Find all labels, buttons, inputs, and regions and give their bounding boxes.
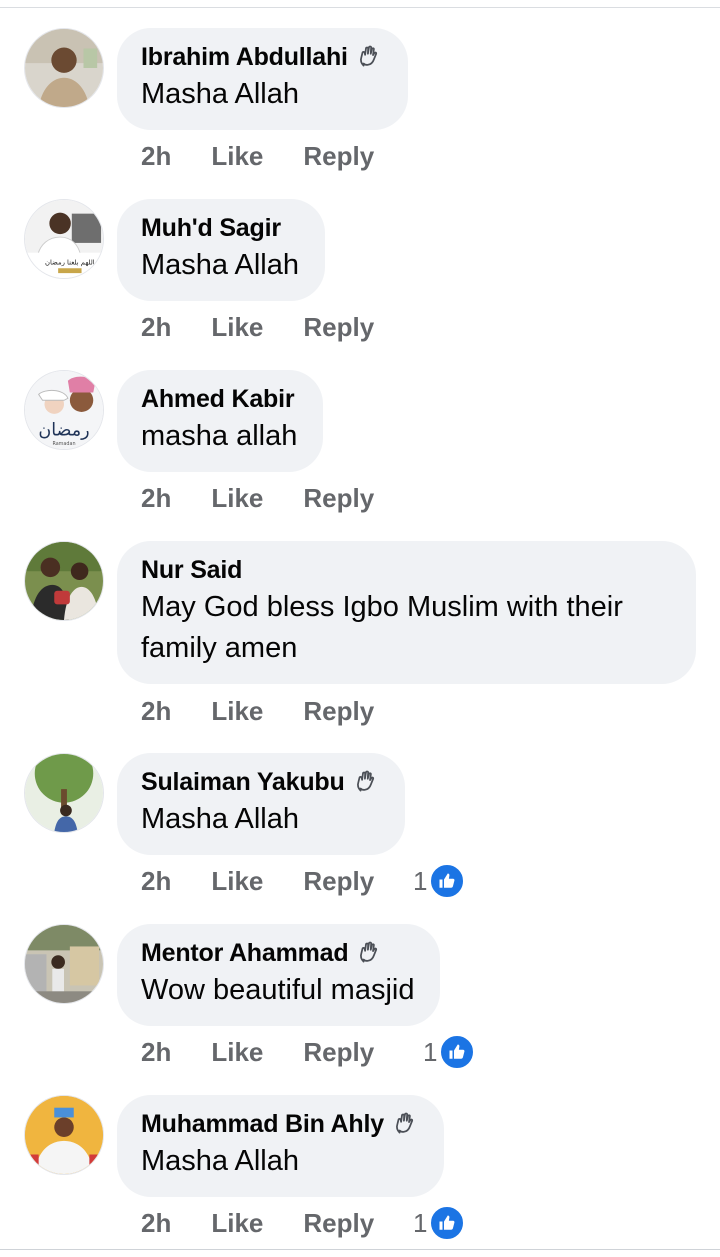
avatar-caption: اللهم بلغنا رمضان [45, 258, 95, 266]
bottom-divider [0, 1249, 720, 1257]
comment-timestamp[interactable]: 2h [141, 483, 171, 514]
comment-timestamp[interactable]: 2h [141, 1208, 171, 1239]
like-button[interactable]: Like [211, 141, 263, 172]
comment-text: Wow beautiful masjid [141, 974, 415, 1006]
comment-bubble[interactable]: Muh'd Sagir Masha Allah [117, 199, 325, 301]
waving-hand-icon [356, 44, 382, 70]
thumbs-up-icon [429, 863, 466, 899]
comment-bubble[interactable]: Mentor Ahammad Wow beautiful masjid [117, 924, 441, 1026]
reaction-count[interactable]: 1 [413, 1205, 466, 1241]
reply-button[interactable]: Reply [303, 1208, 374, 1239]
comment-timestamp[interactable]: 2h [141, 696, 171, 727]
comment-text: masha allah [141, 420, 298, 452]
like-button[interactable]: Like [211, 483, 263, 514]
reaction-count-number: 1 [413, 865, 428, 896]
avatar[interactable] [24, 924, 104, 1004]
reply-button[interactable]: Reply [303, 696, 374, 727]
comment-timestamp[interactable]: 2h [141, 866, 171, 897]
comment-actions: 2h Like Reply [141, 693, 374, 729]
commenter-name[interactable]: Muhammad Bin Ahly [141, 1110, 384, 1139]
like-button[interactable]: Like [211, 696, 263, 727]
avatar[interactable] [24, 1095, 104, 1175]
comment-timestamp[interactable]: 2h [141, 312, 171, 343]
comment-actions: 2h Like Reply [141, 480, 374, 516]
avatar[interactable] [24, 753, 104, 833]
comment-bubble[interactable]: Nur Said May God bless Igbo Muslim with … [117, 541, 696, 684]
avatar-caption: رمضان [38, 420, 89, 440]
reply-button[interactable]: Reply [303, 483, 374, 514]
reaction-count-number: 1 [423, 1036, 438, 1067]
top-divider [0, 0, 720, 8]
comment-text: Masha Allah [141, 803, 299, 835]
waving-hand-icon [353, 769, 379, 795]
avatar[interactable] [24, 541, 104, 621]
commenter-name[interactable]: Muh'd Sagir [141, 214, 281, 243]
comment-timestamp[interactable]: 2h [141, 1037, 171, 1068]
reply-button[interactable]: Reply [303, 866, 374, 897]
avatar[interactable] [24, 28, 104, 108]
comment-actions: 2h Like Reply [141, 138, 374, 174]
comment-timestamp[interactable]: 2h [141, 141, 171, 172]
thumbs-up-icon [429, 1205, 466, 1241]
like-button[interactable]: Like [211, 1037, 263, 1068]
reaction-count[interactable]: 1 [413, 863, 466, 899]
waving-hand-icon [356, 940, 382, 966]
commenter-name[interactable]: Mentor Ahammad [141, 939, 349, 968]
reply-button[interactable]: Reply [303, 1037, 374, 1068]
comment-bubble[interactable]: Muhammad Bin Ahly Masha Allah [117, 1095, 444, 1197]
like-button[interactable]: Like [211, 312, 263, 343]
comment-actions: 2h Like Reply [141, 309, 374, 345]
waving-hand-icon [392, 1111, 418, 1137]
comment-text: Masha Allah [141, 1145, 299, 1177]
comment-bubble[interactable]: Ibrahim Abdullahi Masha Allah [117, 28, 408, 130]
reply-button[interactable]: Reply [303, 141, 374, 172]
comment-actions: 2h Like Reply [141, 1034, 374, 1070]
commenter-name[interactable]: Nur Said [141, 556, 242, 585]
comment-text: May God bless Igbo Muslim with their fam… [141, 591, 623, 664]
like-button[interactable]: Like [211, 1208, 263, 1239]
avatar-caption-sub: Ramadan [52, 441, 75, 447]
comment-text: Masha Allah [141, 249, 299, 281]
thumbs-up-icon [439, 1034, 476, 1070]
comment-text: Masha Allah [141, 78, 299, 110]
commenter-name[interactable]: Ahmed Kabir [141, 385, 295, 414]
avatar[interactable]: رمضان Ramadan [24, 370, 104, 450]
reply-button[interactable]: Reply [303, 312, 374, 343]
reaction-count-number: 1 [413, 1207, 428, 1238]
avatar[interactable]: اللهم بلغنا رمضان [24, 199, 104, 279]
commenter-name[interactable]: Sulaiman Yakubu [141, 768, 345, 797]
comment-actions: 2h Like Reply [141, 1205, 374, 1241]
comment-bubble[interactable]: Ahmed Kabir masha allah [117, 370, 324, 472]
comment-actions: 2h Like Reply [141, 863, 374, 899]
like-button[interactable]: Like [211, 866, 263, 897]
comment-bubble[interactable]: Sulaiman Yakubu Masha Allah [117, 753, 405, 855]
commenter-name[interactable]: Ibrahim Abdullahi [141, 43, 348, 72]
reaction-count[interactable]: 1 [423, 1034, 476, 1070]
